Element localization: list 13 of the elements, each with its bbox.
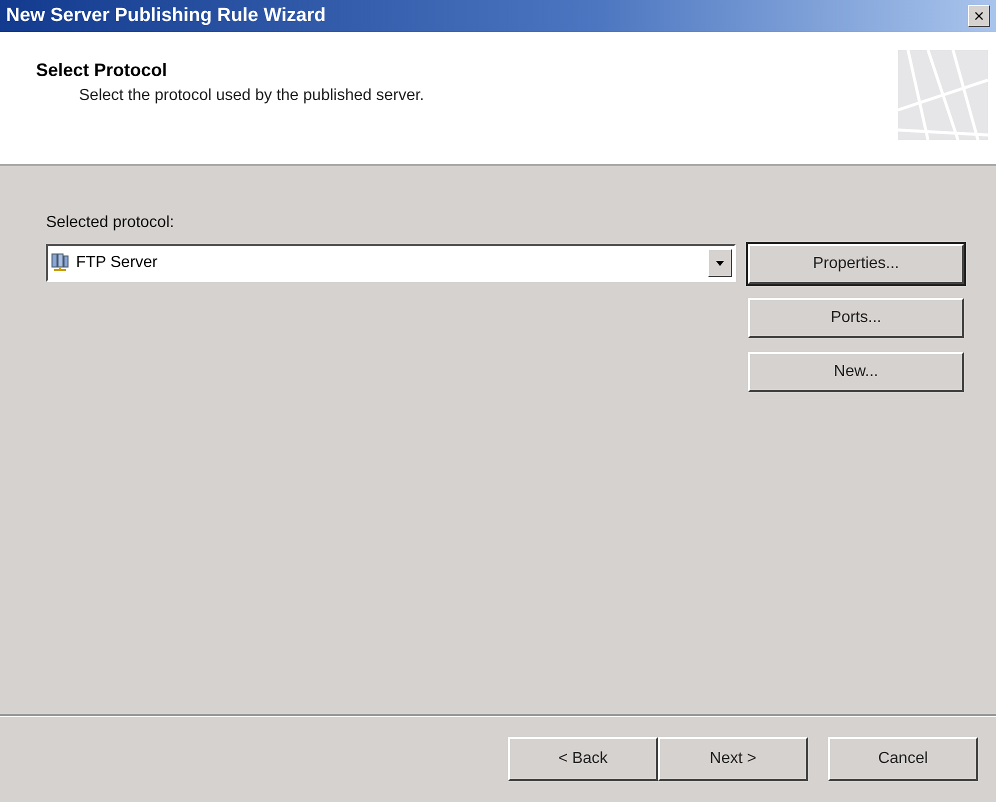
- protocol-dropdown[interactable]: FTP Server: [46, 244, 736, 282]
- wizard-button[interactable]: Cancel: [828, 737, 978, 781]
- page-subtitle: Select the protocol used by the published server.: [78, 86, 424, 104]
- window-title: New Server Publishing Rule Wizard: [6, 5, 326, 27]
- side-button[interactable]: Ports...: [748, 298, 964, 338]
- protocol-label: Selected protocol:: [46, 214, 176, 232]
- page-title: Select Protocol: [36, 60, 168, 80]
- wizard-button[interactable]: Next >: [658, 737, 808, 781]
- server-icon: [50, 253, 70, 273]
- side-button[interactable]: Properties...: [748, 244, 964, 284]
- close-button[interactable]: ×: [968, 5, 990, 27]
- side-button[interactable]: New...: [748, 352, 964, 392]
- wizard-button[interactable]: < Back: [508, 737, 658, 781]
